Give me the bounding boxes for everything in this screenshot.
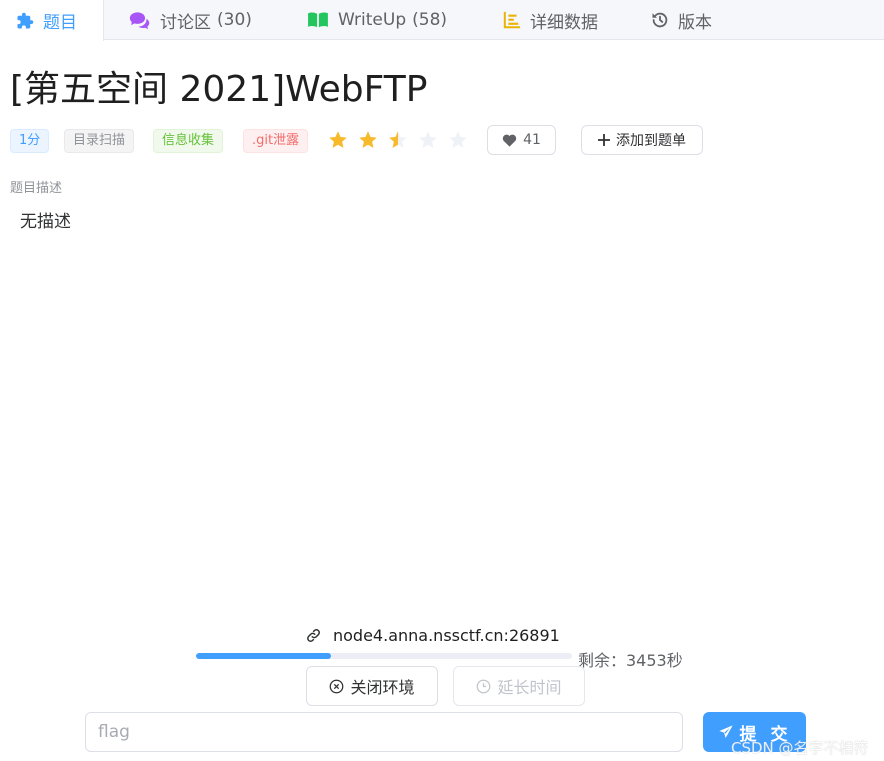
challenge-title: [第五空间 2021]WebFTP (10, 69, 428, 110)
close-environment-button[interactable]: 关闭环境 (306, 666, 438, 706)
tag-category: .git泄露 (243, 129, 309, 153)
flag-input[interactable] (85, 712, 683, 752)
tab-statistics[interactable]: 详细数据 (503, 0, 598, 40)
environment-time-progress (196, 653, 572, 659)
description-text: 无描述 (20, 212, 71, 232)
watermark: CSDN @名字不相符 (731, 739, 869, 757)
plus-icon (598, 134, 610, 146)
book-icon (308, 12, 328, 28)
like-button[interactable]: 41 (487, 125, 556, 155)
tag-category: 目录扫描 (64, 129, 135, 153)
star-icon[interactable] (418, 130, 438, 150)
star-icon[interactable] (448, 130, 468, 150)
tab-count: (58) (412, 10, 448, 30)
star-half-icon[interactable] (388, 130, 408, 150)
environment-address-text: node4.anna.nssctf.cn:26891 (333, 625, 560, 645)
difficulty-rating[interactable] (328, 129, 478, 153)
tab-label: 讨论区 (160, 12, 211, 33)
add-to-list-button[interactable]: 添加到题单 (581, 125, 703, 155)
tab-count: (30) (217, 10, 252, 30)
chat-icon (129, 12, 150, 29)
like-count: 41 (523, 132, 541, 148)
tab-problem[interactable]: 题目 (0, 0, 104, 41)
tag-points: 1分 (10, 129, 50, 153)
description-label: 题目描述 (10, 181, 63, 196)
history-icon (652, 12, 668, 28)
close-circle-icon (330, 679, 344, 693)
puzzle-icon (17, 12, 34, 28)
star-icon[interactable] (328, 130, 348, 150)
tab-bar: 题目 讨论区 (30) WriteUp (58) 详细数据 版本 (0, 0, 884, 41)
heart-icon (502, 134, 517, 147)
tab-label: 题目 (43, 13, 77, 33)
tab-discussion[interactable]: 讨论区 (30) (129, 0, 252, 40)
remaining-time: 剩余：3453秒 (578, 651, 683, 670)
bar-chart-icon (503, 11, 521, 29)
tab-writeup[interactable]: WriteUp (58) (307, 0, 447, 40)
extend-time-button[interactable]: 延长时间 (453, 666, 585, 706)
star-icon[interactable] (358, 130, 378, 150)
tab-label: 详细数据 (530, 12, 598, 33)
tag-category: 信息收集 (153, 129, 224, 153)
tab-label: 版本 (678, 12, 712, 33)
tab-versions[interactable]: 版本 (651, 0, 712, 40)
tab-label: WriteUp (338, 10, 407, 30)
environment-address[interactable]: node4.anna.nssctf.cn:26891 (306, 624, 560, 646)
close-environment-label: 关闭环境 (350, 678, 415, 697)
progress-fill (196, 653, 332, 659)
add-to-list-label: 添加到题单 (616, 133, 686, 149)
extend-time-label: 延长时间 (497, 678, 562, 697)
clock-icon (477, 679, 491, 693)
link-icon (307, 628, 320, 642)
